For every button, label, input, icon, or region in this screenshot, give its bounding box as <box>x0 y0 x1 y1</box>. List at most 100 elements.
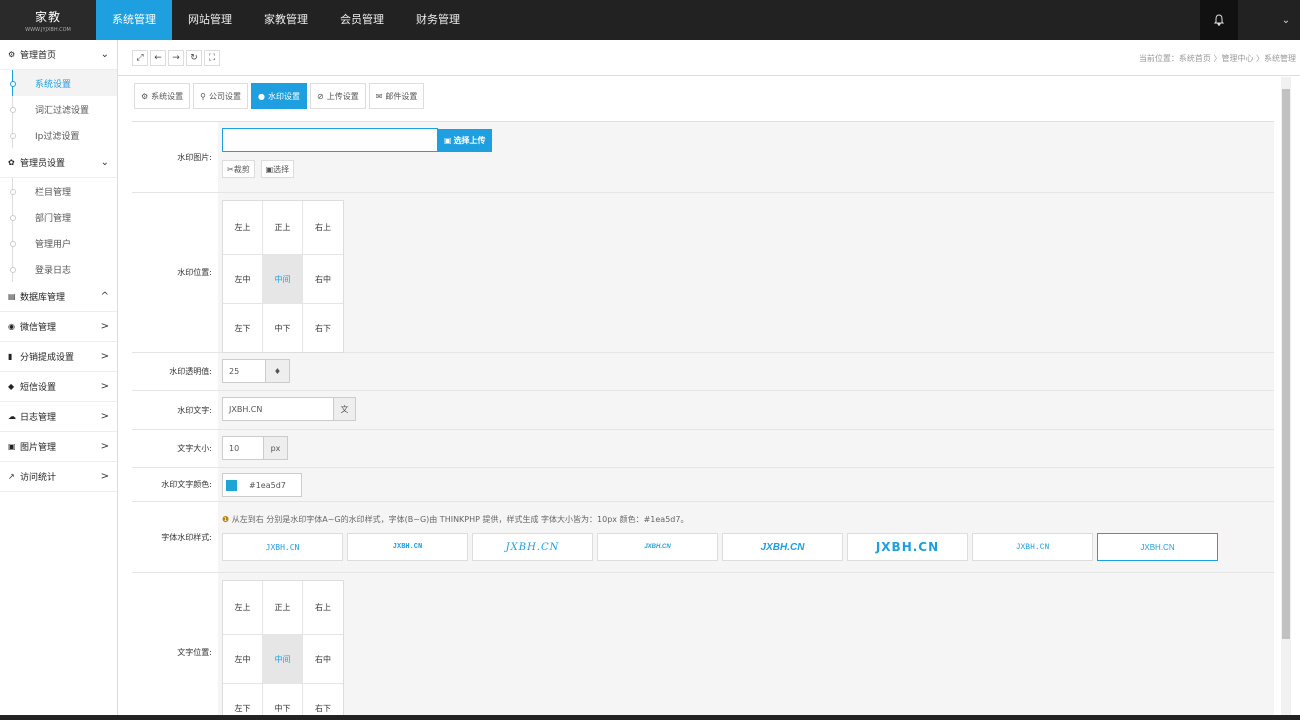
top-nav-finance[interactable]: 财务管理 <box>400 0 476 40</box>
font-style-option[interactable]: JXBH.CN <box>972 533 1093 561</box>
position-cell[interactable]: 左下 <box>223 304 263 352</box>
position-cell[interactable]: 右上 <box>303 201 343 255</box>
tab-company-settings[interactable]: ⚲ 公司设置 <box>193 83 249 109</box>
sidebar-group[interactable]: ▣ 图片管理 > <box>0 432 117 462</box>
position-cell[interactable]: 左上 <box>223 201 263 255</box>
position-cell[interactable]: 中下 <box>263 304 303 352</box>
paperclip-icon: ⊘ <box>317 91 324 101</box>
settings-tabs: ⚙ 系统设置 ⚲ 公司设置 ● 水印设置 ⊘ 上传设置 ✉ 邮件设置 <box>130 83 1276 111</box>
sidebar-group-label: 图片管理 <box>20 443 57 453</box>
font-style-option[interactable]: JXBH.CN <box>847 533 968 561</box>
picture-icon: ▣ <box>265 164 274 174</box>
position-cell[interactable]: 右下 <box>303 684 343 715</box>
watermark-form: 水印图片: ▣ 选择上传 ✂ 裁剪 ▣ 选择 水印位置: 左上 正上 右上 左中 中间 右中 左下… <box>132 121 1274 715</box>
top-nav-tutor[interactable]: 家教管理 <box>248 0 324 40</box>
position-cell[interactable]: 中下 <box>263 684 303 715</box>
font-style-option[interactable]: JXBH.CN <box>222 533 343 561</box>
top-bar: 家教 WWW.JYJXBH.COM 系统管理 网站管理 家教管理 会员管理 财务… <box>0 0 1300 40</box>
database-icon: ▤ <box>8 292 16 301</box>
chevron-icon: ⌄ <box>100 49 109 60</box>
main-content: ⚙ 系统设置 ⚲ 公司设置 ● 水印设置 ⊘ 上传设置 ✉ 邮件设置 水印图片: ▣ 选择上… <box>130 83 1276 715</box>
forward-arrow-icon[interactable]: → <box>168 50 184 66</box>
sidebar-group[interactable]: ✿ 管理员设置 ⌄ <box>0 148 117 178</box>
row-text-position: 文字位置: 左上 正上 右上 左中 中间 右中 左下 中下 右下 <box>132 573 1274 715</box>
sidebar-group[interactable]: ◉ 微信管理 > <box>0 312 117 342</box>
fullscreen-icon[interactable]: ⤢ <box>132 50 148 66</box>
watermark-text-input[interactable]: JXBH.CN <box>222 397 334 421</box>
font-style-option[interactable]: JXBH.CN <box>722 533 843 561</box>
sidebar-group[interactable]: ◆ 短信设置 > <box>0 372 117 402</box>
font-style-sample: JXBH.CN <box>760 541 805 553</box>
sidebar-item[interactable]: 系统设置 <box>10 70 117 96</box>
chevron-icon: > <box>100 351 109 362</box>
sidebar-item[interactable]: 词汇过滤设置 <box>10 96 117 122</box>
sidebar-item[interactable]: 部门管理 <box>10 204 117 230</box>
position-cell[interactable]: 中间 <box>263 635 303 684</box>
crop-button[interactable]: ✂ 裁剪 <box>222 160 255 178</box>
back-arrow-icon[interactable]: ← <box>150 50 166 66</box>
position-cell[interactable]: 正上 <box>263 581 303 635</box>
font-size-input[interactable]: 10 <box>222 436 264 460</box>
upload-button[interactable]: ▣ 选择上传 <box>438 128 492 152</box>
font-style-option[interactable]: JXBH.CN <box>472 533 593 561</box>
cloud-icon: ☁ <box>8 412 16 421</box>
tab-upload-settings[interactable]: ⊘ 上传设置 <box>310 83 366 109</box>
sidebar-item[interactable]: 管理用户 <box>10 230 117 256</box>
crop-icon: ✂ <box>227 164 234 174</box>
color-picker-input[interactable]: #1ea5d7 <box>222 473 302 497</box>
sidebar-group-label: 管理员设置 <box>20 159 66 169</box>
field-label: 水印文字: <box>177 405 212 415</box>
tab-watermark-settings[interactable]: ● 水印设置 <box>251 83 308 109</box>
row-text-color: 水印文字颜色: #1ea5d7 <box>132 468 1274 502</box>
top-nav-member[interactable]: 会员管理 <box>324 0 400 40</box>
crop-label: 裁剪 <box>233 164 250 174</box>
scrollbar[interactable] <box>1281 77 1291 715</box>
sidebar-item[interactable]: 登录日志 <box>10 256 117 282</box>
logo[interactable]: 家教 WWW.JYJXBH.COM <box>0 0 96 40</box>
top-nav-system[interactable]: 系统管理 <box>96 0 172 40</box>
tab-system-settings[interactable]: ⚙ 系统设置 <box>134 83 191 109</box>
font-style-tip: ❶ 从左到右 分别是水印字体A~G的水印样式，字体(B~G)由 THINKPHP… <box>222 514 1270 525</box>
sidebar-group[interactable]: ☁ 日志管理 > <box>0 402 117 432</box>
sidebar-item[interactable]: 栏目管理 <box>10 178 117 204</box>
sidebar-item[interactable]: Ip过滤设置 <box>10 122 117 148</box>
expand-icon[interactable]: ⛶ <box>204 50 220 66</box>
position-cell[interactable]: 左上 <box>223 581 263 635</box>
opacity-input[interactable]: 25 <box>222 359 266 383</box>
top-nav-website[interactable]: 网站管理 <box>172 0 248 40</box>
position-cell[interactable]: 右上 <box>303 581 343 635</box>
position-cell[interactable]: 右中 <box>303 635 343 684</box>
position-cell[interactable]: 中间 <box>263 255 303 304</box>
tip-text: 从左到右 分别是水印字体A~G的水印样式，字体(B~G)由 THINKPHP 提… <box>231 515 689 524</box>
sidebar-group[interactable]: ↗ 访问统计 > <box>0 462 117 492</box>
font-style-sample: JXBH.CN <box>505 541 560 553</box>
font-style-option[interactable]: JXBH.CN <box>597 533 718 561</box>
bell-icon[interactable] <box>1200 0 1238 40</box>
select-button[interactable]: ▣ 选择 <box>260 160 295 178</box>
refresh-icon[interactable]: ↻ <box>186 50 202 66</box>
font-style-option[interactable]: JXBH.CN <box>1097 533 1218 561</box>
position-cell[interactable]: 左中 <box>223 635 263 684</box>
chevron-icon: > <box>100 411 109 422</box>
position-cell[interactable]: 右下 <box>303 304 343 352</box>
scrollbar-thumb[interactable] <box>1282 89 1290 639</box>
position-cell[interactable]: 正上 <box>263 201 303 255</box>
select-label: 选择 <box>273 164 290 174</box>
font-style-sample: JXBH.CN <box>875 540 940 554</box>
position-cell[interactable]: 左中 <box>223 255 263 304</box>
color-value: #1ea5d7 <box>249 480 286 490</box>
bar-chart-icon: ▮ <box>8 352 13 361</box>
watermark-image-input[interactable] <box>222 128 438 152</box>
font-style-option[interactable]: JXBH.CN <box>347 533 468 561</box>
field-label: 水印透明值: <box>169 367 212 376</box>
user-chevron-down-icon[interactable]: ⌄ <box>1272 0 1300 40</box>
row-watermark-image: 水印图片: ▣ 选择上传 ✂ 裁剪 ▣ 选择 <box>132 122 1274 193</box>
sidebar-group[interactable]: ▤ 数据库管理 ^ <box>0 282 117 312</box>
tab-label: 上传设置 <box>326 91 359 101</box>
position-cell[interactable]: 左下 <box>223 684 263 715</box>
sidebar-group[interactable]: ▮ 分销提成设置 > <box>0 342 117 372</box>
sidebar-group[interactable]: ⚙ 管理首页 ⌄ <box>0 40 117 70</box>
tab-mail-settings[interactable]: ✉ 邮件设置 <box>368 83 425 109</box>
tint-icon: ● <box>258 91 266 101</box>
position-cell[interactable]: 右中 <box>303 255 343 304</box>
